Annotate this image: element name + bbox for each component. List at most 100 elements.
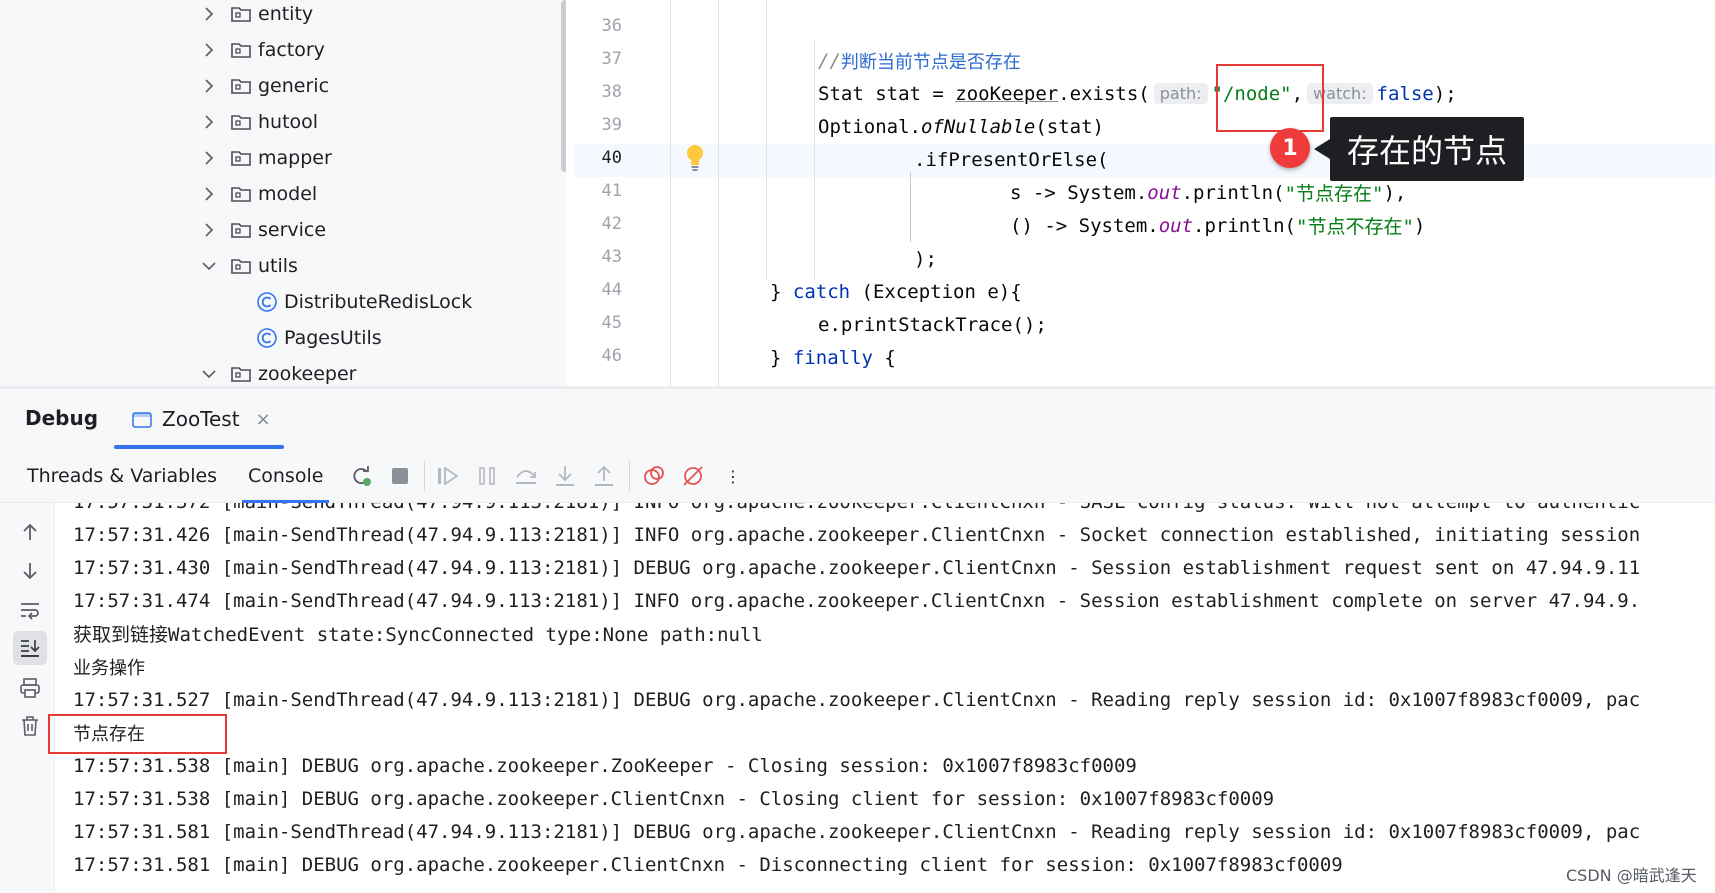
- print-icon[interactable]: [17, 675, 43, 701]
- chevron-right-icon[interactable]: [200, 185, 218, 203]
- annotation-tooltip: 存在的节点: [1314, 117, 1524, 181]
- watermark: CSDN @暗武逢天: [1562, 862, 1701, 886]
- chevron-down-icon[interactable]: [200, 257, 218, 275]
- tree-scrollbar[interactable]: [561, 0, 566, 172]
- code-token: .println(: [1181, 181, 1285, 204]
- pause-icon[interactable]: [474, 463, 500, 489]
- annotation-badge: 1: [1270, 128, 1310, 168]
- line-number: 45: [601, 313, 622, 333]
- scroll-to-end-icon[interactable]: [17, 635, 43, 661]
- tree-item-label: mapper: [258, 147, 332, 169]
- tree-item-label: model: [258, 183, 318, 205]
- tree-item-factory[interactable]: factory: [200, 33, 325, 67]
- tree-item-pages-utils[interactable]: PagesUtils: [256, 321, 382, 355]
- chevron-down-icon[interactable]: [200, 365, 218, 383]
- more-options-icon[interactable]: ⋮: [720, 463, 746, 489]
- code-line-42[interactable]: () -> System. out .println("节点不存在"): [1010, 209, 1425, 242]
- line-number: 39: [601, 115, 622, 135]
- tree-item-entity[interactable]: entity: [200, 0, 313, 31]
- tree-item-generic[interactable]: generic: [200, 69, 329, 103]
- code-field: out: [1147, 181, 1182, 204]
- down-arrow-icon[interactable]: [17, 558, 43, 584]
- code-line-40[interactable]: .ifPresentOrElse(: [914, 143, 1108, 176]
- console-output[interactable]: 17:57:31.372 [main-SendThread(47.94.9.11…: [56, 503, 1715, 893]
- debug-title: Debug: [25, 406, 99, 430]
- code-line-37[interactable]: //判断当前节点是否存在: [818, 44, 1021, 77]
- step-out-icon[interactable]: [591, 463, 617, 489]
- code-keyword: finally: [792, 346, 873, 369]
- step-over-icon[interactable]: [513, 463, 539, 489]
- code-line-44[interactable]: } catch (Exception e){: [770, 275, 1022, 308]
- code-token: e.printStackTrace();: [818, 313, 1047, 336]
- tree-item-model[interactable]: model: [200, 177, 317, 211]
- line-number: 41: [601, 181, 622, 201]
- code-token: ): [1413, 214, 1426, 237]
- code-token: ),: [1383, 181, 1407, 204]
- line-number: 46: [601, 346, 622, 366]
- console-line: 业务操作: [73, 657, 145, 679]
- step-into-icon[interactable]: [552, 463, 578, 489]
- line-number: 42: [601, 214, 622, 234]
- chevron-right-icon[interactable]: [200, 149, 218, 167]
- current-line-highlight: [574, 144, 1715, 177]
- lightbulb-icon[interactable]: [684, 143, 706, 173]
- mute-breakpoints-icon[interactable]: [680, 463, 706, 489]
- trash-icon[interactable]: [17, 713, 43, 739]
- console-line: 17:57:31.474 [main-SendThread(47.94.9.11…: [73, 589, 1641, 612]
- code-line-38[interactable]: Stat stat = zooKeeper .exists(path: "/node…: [818, 77, 1457, 110]
- tree-item-label: utils: [258, 255, 298, 277]
- code-line-43[interactable]: );: [914, 242, 937, 275]
- chevron-right-icon[interactable]: [200, 113, 218, 131]
- code-token: );: [1433, 82, 1457, 105]
- indent-guide: [814, 40, 815, 280]
- close-icon[interactable]: ×: [256, 409, 271, 430]
- code-token: zooKeeper: [955, 82, 1059, 105]
- code-token: );: [914, 247, 937, 270]
- tab-label: Console: [248, 465, 324, 487]
- console-line: 17:57:31.426 [main-SendThread(47.94.9.11…: [73, 523, 1641, 546]
- chevron-right-icon[interactable]: [200, 77, 218, 95]
- tree-item-utils[interactable]: utils: [200, 249, 298, 283]
- tree-item-mapper[interactable]: mapper: [200, 141, 332, 175]
- code-token: {: [872, 346, 896, 369]
- chevron-right-icon[interactable]: [200, 41, 218, 59]
- chevron-right-icon[interactable]: [200, 5, 218, 23]
- tab-console[interactable]: Console: [242, 449, 330, 503]
- code-token: .exists(: [1058, 82, 1150, 105]
- debug-toolbar: Threads & Variables Console ⋮: [0, 449, 1715, 503]
- tab-threads-variables[interactable]: Threads & Variables: [27, 449, 217, 503]
- console-line: 获取到链接WatchedEvent state:SyncConnected ty…: [73, 624, 763, 646]
- tree-item-label: hutool: [258, 111, 319, 133]
- code-method: ofNullable: [920, 115, 1036, 138]
- code-line-45[interactable]: e.printStackTrace();: [818, 308, 1047, 341]
- chevron-right-icon[interactable]: [200, 221, 218, 239]
- rerun-icon[interactable]: [348, 463, 374, 489]
- code-keyword: catch: [792, 280, 851, 303]
- tree-item-service[interactable]: service: [200, 213, 326, 247]
- tree-item-distribute-redis-lock[interactable]: DistributeRedisLock: [256, 285, 472, 319]
- run-config-icon: [132, 410, 152, 428]
- up-arrow-icon[interactable]: [17, 519, 43, 545]
- line-gutter[interactable]: 36 37 38 39 40 41 42 43 44 45 46: [574, 0, 644, 386]
- stop-icon[interactable]: [387, 463, 413, 489]
- code-editor[interactable]: 36 37 38 39 40 41 42 43 44 45 46 //判断当前节…: [574, 0, 1715, 386]
- param-hint-path: path:: [1153, 83, 1208, 104]
- session-tab-zootest[interactable]: ZooTest ×: [114, 389, 284, 449]
- tree-item-hutool[interactable]: hutool: [200, 105, 318, 139]
- code-token: (Exception e){: [850, 280, 1022, 303]
- folder-icon: [230, 75, 252, 97]
- code-token: () -> System.: [1010, 214, 1159, 237]
- code-token: s -> System.: [1010, 181, 1148, 204]
- view-breakpoints-icon[interactable]: [641, 463, 667, 489]
- folder-icon: [230, 363, 252, 385]
- tree-item-zookeeper[interactable]: zookeeper: [200, 357, 357, 386]
- soft-wrap-icon[interactable]: [17, 597, 43, 623]
- code-line-39[interactable]: Optional. ofNullable (stat): [818, 110, 1104, 143]
- tree-item-label: factory: [258, 39, 325, 61]
- comment-prefix: //: [818, 49, 841, 72]
- folder-icon: [230, 3, 252, 25]
- console-line-partial: 17:57:31.372 [main-SendThread(47.94.9.11…: [73, 503, 1640, 518]
- code-line-46[interactable]: } finally {: [770, 341, 896, 374]
- toolbar-separator: [424, 461, 425, 491]
- resume-icon[interactable]: [435, 463, 461, 489]
